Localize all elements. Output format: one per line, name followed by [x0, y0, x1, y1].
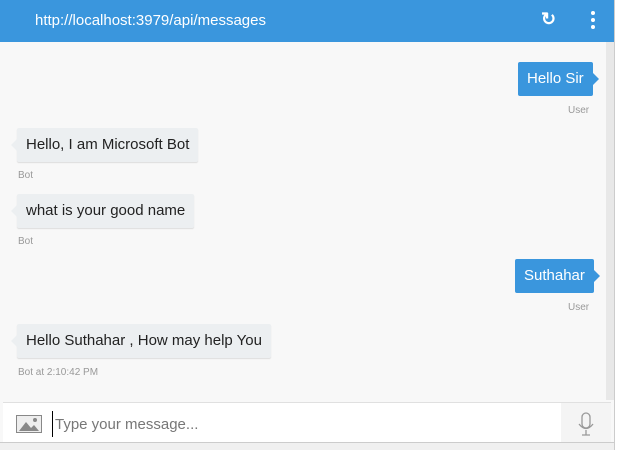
window-right-edge [614, 0, 620, 450]
message-bubble-bot: Hello, I am Microsoft Bot [10, 128, 199, 162]
header: http://localhost:3979/api/messages ↻ [0, 0, 615, 42]
message-meta: User [568, 105, 590, 116]
message-timestamp: Bot at 2:10:42 PM [18, 367, 99, 378]
refresh-icon[interactable]: ↻ [541, 9, 556, 30]
message-meta: Bot [18, 236, 34, 247]
chat-history: Hello Sir User Hello, I am Microsoft Bot… [0, 42, 606, 400]
message-bubble-bot: what is your good name [10, 194, 195, 228]
microphone-icon [578, 412, 594, 436]
scrollbar[interactable] [606, 42, 614, 400]
window-bottom-edge [0, 442, 614, 450]
image-upload-icon[interactable] [16, 415, 42, 433]
message-meta: Bot [18, 170, 34, 181]
microphone-button[interactable] [561, 403, 611, 443]
message-bubble-user: Hello Sir [518, 62, 599, 96]
message-bubble-bot: Hello Suthahar , How may help You [11, 324, 271, 358]
more-vert-icon[interactable] [586, 9, 600, 31]
message-input-bar [3, 402, 611, 443]
message-bubble-user: Suthahar [515, 259, 600, 293]
message-input[interactable] [52, 411, 552, 437]
message-meta: User [568, 302, 590, 313]
endpoint-url: http://localhost:3979/api/messages [35, 12, 266, 29]
